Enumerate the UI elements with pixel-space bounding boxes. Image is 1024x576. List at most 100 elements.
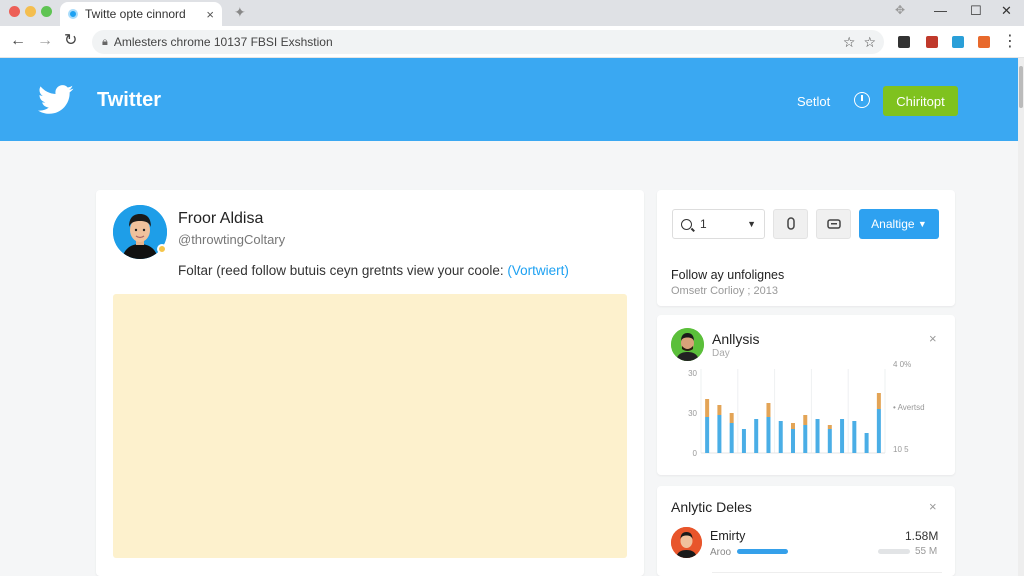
bar-series-2 bbox=[803, 415, 808, 425]
extension-icon[interactable] bbox=[952, 36, 964, 48]
address-bar[interactable]: 🔒︎ Amlesters chrome 10137 FBSI Exshstion… bbox=[92, 30, 884, 54]
tweet-body: Foltar (reed follow butuis ceyn gretnts … bbox=[178, 263, 508, 278]
row-subtitle: Aroo bbox=[710, 547, 732, 558]
twitter-favicon-icon bbox=[68, 9, 78, 19]
lock-icon: 🔒︎ bbox=[102, 35, 108, 48]
search-icon bbox=[681, 218, 692, 230]
bar-series-1 bbox=[741, 429, 746, 453]
search-select[interactable]: 1 ▼ bbox=[672, 209, 765, 239]
analyze-button-label: Analtige bbox=[871, 217, 915, 231]
minimize-window-dot[interactable] bbox=[25, 6, 36, 17]
right-axis-label: • Avertsd bbox=[893, 403, 925, 412]
author-handle[interactable]: @throwtingColtary bbox=[178, 232, 285, 247]
close-icon[interactable]: × bbox=[929, 499, 937, 514]
chevron-down-icon: ▼ bbox=[747, 219, 756, 229]
bar-series-1 bbox=[729, 423, 734, 453]
bar-series-1 bbox=[803, 425, 808, 453]
browser-toolbar: ← → ↻ 🔒︎ Amlesters chrome 10137 FBSI Exs… bbox=[0, 26, 1024, 58]
browser-menu-icon[interactable]: ⋮ bbox=[1002, 31, 1018, 51]
author-name[interactable]: Froor Aldisa bbox=[178, 210, 263, 228]
row-value: 1.58M bbox=[905, 529, 939, 543]
bar-series-2 bbox=[827, 425, 832, 429]
select-value: 1 bbox=[700, 217, 707, 231]
window-maximize-icon[interactable]: ☐ bbox=[970, 3, 982, 19]
tab-close-icon[interactable]: × bbox=[206, 7, 214, 22]
row-secondary-value: 55 M bbox=[915, 546, 938, 557]
bar-series-1 bbox=[864, 433, 869, 453]
message-button[interactable] bbox=[816, 209, 851, 239]
y-tick-label: 30 bbox=[688, 369, 697, 378]
mic-button[interactable] bbox=[773, 209, 808, 239]
y-tick-label: 0 bbox=[693, 449, 698, 458]
tweet-media[interactable] bbox=[113, 294, 627, 558]
row-avatar[interactable] bbox=[671, 527, 702, 558]
close-window-dot[interactable] bbox=[9, 6, 20, 17]
bar-series-2 bbox=[717, 405, 722, 415]
brand-title[interactable]: Twitter bbox=[97, 89, 161, 112]
page-scrollbar[interactable] bbox=[1018, 58, 1024, 576]
extension-icon[interactable] bbox=[978, 36, 990, 48]
bar-series-2 bbox=[876, 393, 881, 409]
verified-badge bbox=[157, 244, 167, 254]
share-icon[interactable]: ☆ bbox=[843, 34, 856, 51]
tweet-text: Foltar (reed follow butuis ceyn gretnts … bbox=[178, 263, 569, 278]
tweet-card: Froor Aldisa @throwtingColtary Foltar (r… bbox=[96, 190, 644, 576]
row-progress-bar bbox=[737, 549, 788, 554]
scrollbar-thumb[interactable] bbox=[1019, 66, 1023, 108]
clock-icon[interactable] bbox=[854, 92, 870, 108]
window-close-icon[interactable]: ✕ bbox=[1001, 3, 1012, 19]
extension-icon[interactable] bbox=[898, 36, 910, 48]
new-tab-icon[interactable]: ✦ bbox=[234, 4, 246, 21]
browser-tab[interactable]: Twitte opte cinnord × bbox=[60, 2, 222, 26]
bar-series-1 bbox=[827, 429, 832, 453]
bar-series-1 bbox=[876, 409, 881, 453]
header-action-button[interactable]: Chiritopt bbox=[883, 86, 958, 116]
row-divider bbox=[712, 572, 942, 573]
bar-series-1 bbox=[791, 429, 795, 453]
person-avatar-icon bbox=[671, 527, 702, 558]
back-arrow-icon[interactable]: ← bbox=[10, 32, 26, 50]
y-tick-label: 30 bbox=[688, 409, 697, 418]
follow-title[interactable]: Follow ay unfolignes bbox=[671, 268, 784, 282]
row-progress-track bbox=[737, 549, 805, 554]
app-header: Twitter Setlot Chiritopt bbox=[0, 58, 1018, 141]
analytics-panel: Anllysis Day × 30 30 0 4 0% • Avertsd 10 5 bbox=[657, 315, 955, 475]
bar-series-1 bbox=[754, 419, 759, 453]
browser-tab-bar: Twitte opte cinnord × ✦ ✥ — ☐ ✕ bbox=[0, 0, 1024, 26]
bar-series-1 bbox=[852, 421, 857, 453]
bar-series-2 bbox=[791, 423, 795, 429]
bar-series-1 bbox=[778, 421, 783, 453]
extension-icon[interactable] bbox=[926, 36, 938, 48]
tab-title: Twitte opte cinnord bbox=[85, 7, 186, 21]
right-axis-label: 10 5 bbox=[893, 445, 909, 454]
row-secondary-bar bbox=[878, 549, 910, 554]
details-panel: Anlytic Deles × Emirty Aroo 1.58M 55 M bbox=[657, 486, 955, 576]
chevron-down-icon: ▼ bbox=[917, 219, 927, 229]
forward-arrow-icon[interactable]: → bbox=[37, 32, 53, 50]
analyze-dropdown-button[interactable]: Analtige ▼ bbox=[859, 209, 939, 239]
bar-series-1 bbox=[766, 417, 771, 453]
microphone-icon bbox=[786, 217, 795, 230]
bar-series-2 bbox=[705, 399, 710, 417]
extension-pin-icon[interactable]: ✥ bbox=[895, 3, 905, 17]
filter-panel: 1 ▼ Analtige ▼ Follow ay unfolignes Omse… bbox=[657, 190, 955, 306]
right-axis-label: 4 0% bbox=[893, 360, 911, 369]
bar-series-1 bbox=[815, 419, 820, 453]
message-icon bbox=[826, 219, 841, 229]
follow-subtitle: Omsetr Corlioy ; 2013 bbox=[671, 285, 778, 297]
twitter-bird-icon[interactable] bbox=[38, 84, 74, 116]
details-title: Anlytic Deles bbox=[671, 499, 752, 515]
bar-series-1 bbox=[840, 419, 845, 453]
tweet-link[interactable]: (Vortwiert) bbox=[507, 263, 569, 278]
analytics-bar-chart: 30 30 0 4 0% • Avertsd 10 5 bbox=[688, 360, 925, 458]
bar-series-2 bbox=[766, 403, 771, 417]
reload-icon[interactable]: ↻ bbox=[64, 32, 77, 50]
row-name[interactable]: Emirty bbox=[710, 529, 745, 543]
bookmark-star-icon[interactable]: ☆ bbox=[863, 34, 876, 51]
maximize-window-dot[interactable] bbox=[41, 6, 52, 17]
bar-series-1 bbox=[717, 415, 722, 453]
header-link[interactable]: Setlot bbox=[797, 94, 830, 109]
window-minimize-icon[interactable]: — bbox=[934, 3, 947, 18]
bar-series-2 bbox=[729, 413, 734, 423]
bar-series-1 bbox=[705, 417, 710, 453]
